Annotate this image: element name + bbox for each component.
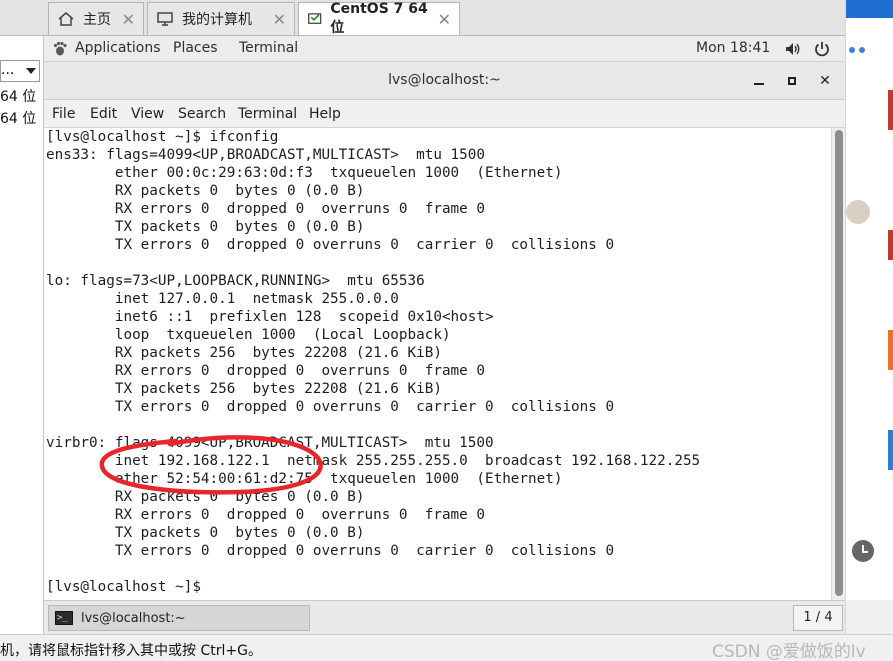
library-search-combo[interactable]: ... (0, 60, 40, 82)
library-item[interactable]: 64 位 (0, 108, 36, 128)
close-icon[interactable]: ✕ (273, 10, 286, 29)
vm-tab-label: CentOS 7 64 位 (330, 1, 428, 36)
power-icon[interactable] (813, 40, 831, 58)
terminal-line: RX errors 0 dropped 0 overruns 0 frame 0 (46, 507, 485, 523)
host-library-panel: ... 64 位 64 位 (0, 36, 44, 634)
terminal-line: RX packets 0 bytes 0 (0.0 B) (46, 489, 365, 505)
watermark: CSDN @爱做饭的lv (712, 642, 866, 661)
minimize-button[interactable] (748, 70, 770, 92)
terminal-line: inet 192.168.122.1 netmask 255.255.255.0… (46, 453, 701, 469)
terminal-line: lo: flags=73<UP,LOOPBACK,RUNNING> mtu 65… (46, 273, 425, 289)
library-item[interactable]: 64 位 (0, 86, 36, 106)
menu-help[interactable]: Help (309, 106, 341, 122)
vm-tab-label: 我的计算机 (182, 12, 252, 28)
terminal-line: RX packets 256 bytes 22208 (21.6 KiB) (46, 345, 442, 361)
close-icon[interactable]: ✕ (122, 10, 135, 29)
terminal-line: RX packets 0 bytes 0 (0.0 B) (46, 183, 365, 199)
maximize-icon (788, 77, 796, 85)
gnome-foot-icon (53, 41, 67, 56)
terminal-icon: >_ (55, 611, 73, 625)
computer-icon (157, 12, 173, 26)
terminal-line: [lvs@localhost ~]$ ifconfig (46, 129, 279, 145)
terminal-line: ens33: flags=4099<UP,BROADCAST,MULTICAST… (46, 147, 485, 163)
terminal-line: TX errors 0 dropped 0 overruns 0 carrier… (46, 399, 615, 415)
terminal-line: TX packets 0 bytes 0 (0.0 B) (46, 219, 365, 235)
close-icon: ✕ (819, 73, 831, 89)
close-button[interactable]: ✕ (814, 70, 836, 92)
terminal-line: TX packets 0 bytes 0 (0.0 B) (46, 525, 365, 541)
taskbar-label: lvs@localhost:~ (81, 610, 186, 626)
terminal-line: loop txqueuelen 1000 (Local Loopback) (46, 327, 451, 343)
chevron-down-icon[interactable] (26, 68, 36, 74)
terminal-line: TX packets 256 bytes 22208 (21.6 KiB) (46, 381, 442, 397)
terminal-scrollbar[interactable] (831, 128, 845, 600)
scrollbar-thumb[interactable] (835, 130, 843, 596)
vm-tab-label: 主页 (83, 12, 111, 28)
home-icon (58, 12, 74, 26)
minimize-icon (754, 83, 764, 85)
workspace-pager[interactable]: 1 / 4 (793, 605, 843, 631)
terminal-title-bar: lvs@localhost:~ ✕ (44, 62, 845, 100)
volume-icon[interactable] (784, 41, 802, 57)
places-menu[interactable]: Places (173, 40, 218, 56)
menu-search[interactable]: Search (178, 106, 226, 122)
window-list-bar: >_ lvs@localhost:~ 1 / 4 (44, 600, 845, 634)
terminal-lines: [lvs@localhost ~]$ ifconfig ens33: flags=… (46, 128, 700, 596)
menu-edit[interactable]: Edit (90, 106, 117, 122)
status-message: 机，请将鼠标指针移入其中或按 Ctrl+G。 (0, 643, 262, 659)
terminal-line: RX errors 0 dropped 0 overruns 0 frame 0 (46, 363, 485, 379)
terminal-line: TX errors 0 dropped 0 overruns 0 carrier… (46, 237, 615, 253)
host-status-bar: 机，请将鼠标指针移入其中或按 Ctrl+G。 CSDN @爱做饭的lv (0, 634, 893, 661)
combo-value: ... (1, 62, 15, 78)
window-title: lvs@localhost:~ (388, 72, 501, 88)
clock[interactable]: Mon 18:41 (696, 40, 770, 56)
terminal-line: inet6 ::1 prefixlen 128 scopeid 0x10<hos… (46, 309, 494, 325)
terminal-app-menu[interactable]: Terminal (239, 40, 298, 56)
terminal-line: ether 00:0c:29:63:0d:f3 txqueuelen 1000 … (46, 165, 563, 181)
terminal-line: RX errors 0 dropped 0 overruns 0 frame 0 (46, 201, 485, 217)
vm-tab-centos[interactable]: CentOS 7 64 位 ✕ (298, 1, 460, 36)
taskbar-terminal-button[interactable]: >_ lvs@localhost:~ (48, 605, 310, 631)
terminal-line: TX errors 0 dropped 0 overruns 0 carrier… (46, 543, 615, 559)
terminal-line: virbr0: flags=4099<UP,BROADCAST,MULTICAS… (46, 435, 494, 451)
applications-menu[interactable]: Applications (75, 40, 161, 56)
vm-tab-my-computer[interactable]: 我的计算机 ✕ (147, 2, 295, 35)
terminal-line: [lvs@localhost ~]$ (46, 579, 201, 595)
host-side-strip (845, 0, 893, 634)
maximize-button[interactable] (781, 70, 803, 92)
close-icon[interactable]: ✕ (438, 10, 451, 29)
menu-view[interactable]: View (131, 106, 164, 122)
terminal-output[interactable]: [lvs@localhost ~]$ ifconfig ens33: flags=… (44, 128, 831, 600)
terminal-line: inet 127.0.0.1 netmask 255.0.0.0 (46, 291, 399, 307)
side-strip-graphics (846, 0, 893, 634)
vm-icon (308, 13, 322, 24)
vm-tab-home[interactable]: 主页 ✕ (48, 2, 144, 35)
terminal-line: ether 52:54:00:61:d2:75 txqueuelen 1000 … (46, 471, 563, 487)
terminal-menu-bar: File Edit View Search Terminal Help (44, 100, 845, 128)
menu-file[interactable]: File (52, 106, 75, 122)
gnome-top-bar: Applications Places Terminal Mon 18:41 (44, 36, 845, 62)
menu-terminal[interactable]: Terminal (238, 106, 297, 122)
vm-tab-bar: 主页 ✕ 我的计算机 ✕ CentOS 7 64 位 ✕ (0, 0, 845, 36)
